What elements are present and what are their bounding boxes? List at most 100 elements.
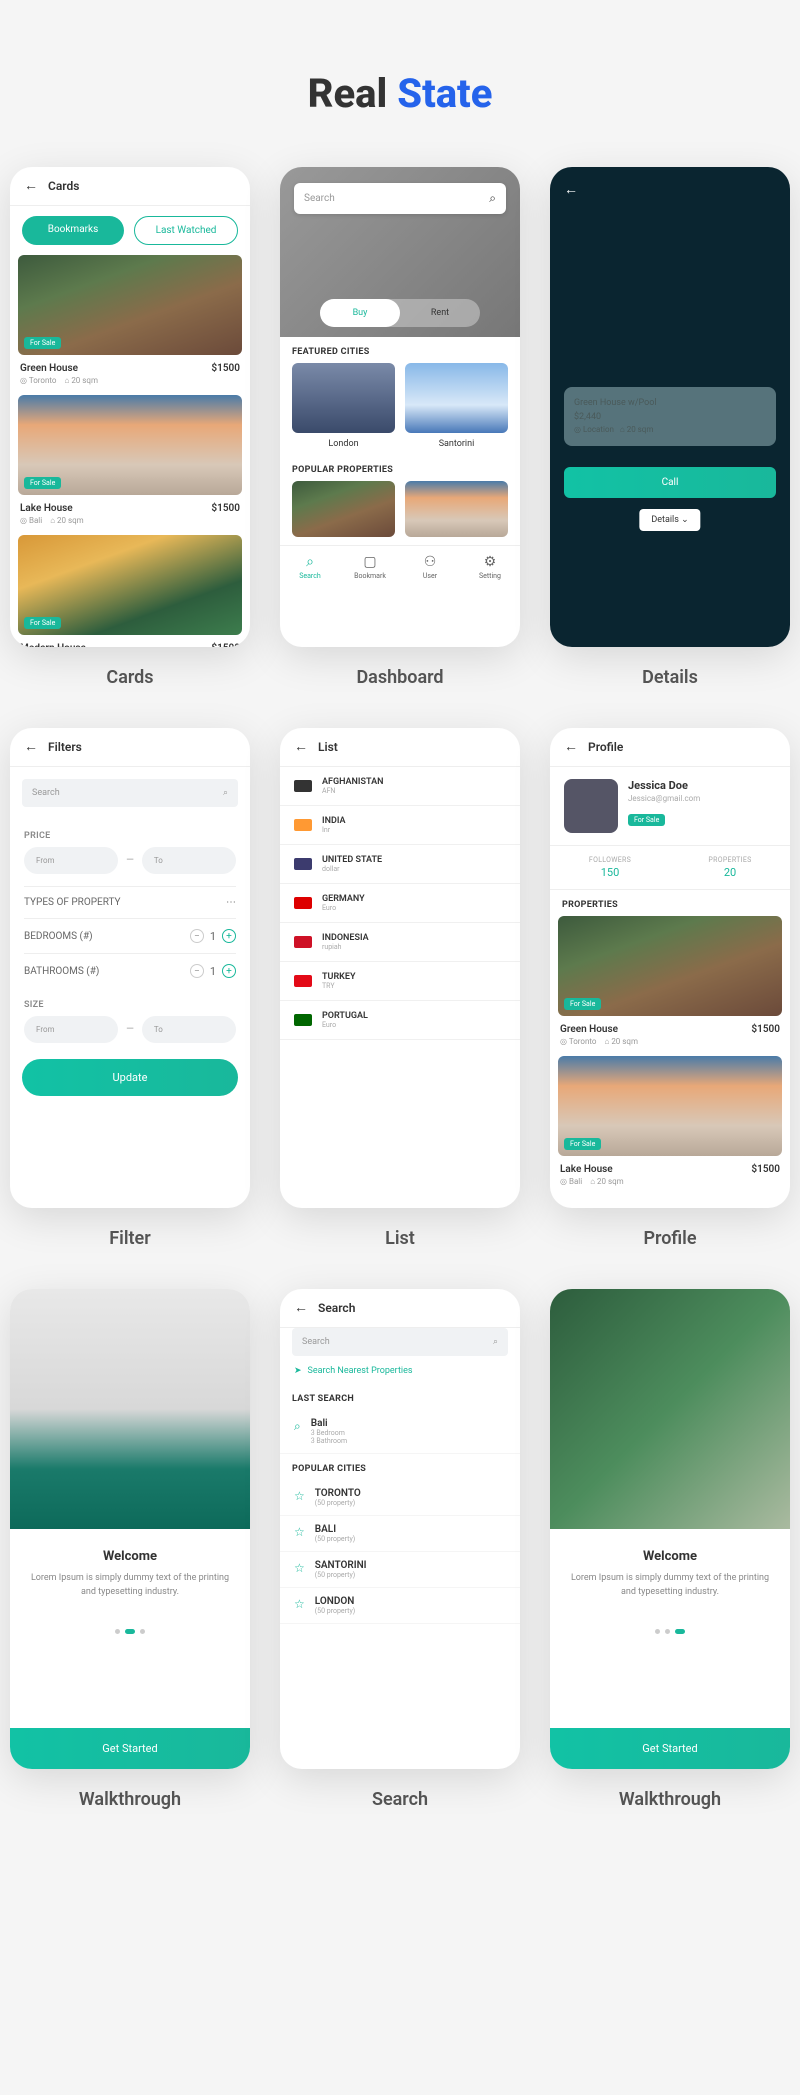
toggle-rent[interactable]: Rent: [400, 299, 480, 327]
country-row[interactable]: TURKEYTRY: [280, 962, 520, 1001]
country-row[interactable]: PORTUGALEuro: [280, 1001, 520, 1040]
country-currency: TRY: [322, 982, 355, 990]
back-icon[interactable]: ←: [24, 179, 38, 193]
get-started-button[interactable]: Get Started: [10, 1728, 250, 1769]
size-icon: ⌂ 20 sqm: [50, 516, 84, 525]
search-input[interactable]: Search⌕: [22, 779, 238, 807]
header-title: Profile: [588, 740, 623, 754]
caption: Filter: [109, 1228, 150, 1249]
country-name: AFGHANISTAN: [322, 777, 383, 787]
back-icon[interactable]: ←: [564, 181, 578, 198]
tab-last-watched[interactable]: Last Watched: [134, 216, 238, 245]
back-icon[interactable]: ←: [564, 740, 578, 754]
header-title: List: [318, 740, 338, 754]
get-started-button[interactable]: Get Started: [550, 1728, 790, 1769]
more-icon[interactable]: ⋯: [226, 897, 236, 908]
property-name: Modern House: [20, 643, 86, 647]
screen-walkthrough: Welcome Lorem Ipsum is simply dummy text…: [10, 1289, 250, 1769]
stat-properties[interactable]: PROPERTIES20: [670, 846, 790, 889]
update-button[interactable]: Update: [22, 1059, 238, 1096]
details-button[interactable]: Details ⌄: [639, 509, 700, 531]
back-icon[interactable]: ←: [24, 740, 38, 754]
bathrooms-label: BATHROOMS (#): [24, 966, 99, 977]
types-label: TYPES OF PROPERTY: [24, 897, 121, 908]
search-icon: ⌕: [223, 788, 228, 798]
city-row[interactable]: ☆TORONTO(50 property): [280, 1480, 520, 1516]
sale-badge: For Sale: [24, 477, 61, 489]
screen-profile: ←Profile Jessica Doe Jessica@gmail.com F…: [550, 728, 790, 1208]
city-row[interactable]: ☆LONDON(50 property): [280, 1588, 520, 1624]
nav-setting[interactable]: ⚙Setting: [460, 554, 520, 580]
country-row[interactable]: INDIAInr: [280, 806, 520, 845]
city-image: [405, 363, 508, 433]
plus-button[interactable]: +: [222, 964, 236, 978]
nearest-link[interactable]: ➤Search Nearest Properties: [294, 1366, 506, 1376]
city-name: LONDON: [315, 1596, 355, 1607]
avatar[interactable]: [564, 779, 618, 833]
plus-button[interactable]: +: [222, 929, 236, 943]
sale-badge: For Sale: [24, 337, 61, 349]
walkthrough-desc: Lorem Ipsum is simply dummy text of the …: [30, 1572, 230, 1599]
property-thumb[interactable]: [292, 481, 395, 537]
call-button[interactable]: Call: [564, 467, 776, 498]
section-featured: FEATURED CITIES: [280, 337, 520, 363]
country-name: INDONESIA: [322, 933, 369, 943]
property-name: Green House: [20, 363, 78, 374]
country-currency: Euro: [322, 1021, 368, 1029]
property-image[interactable]: For Sale: [18, 395, 242, 495]
size-label: SIZE: [24, 1000, 236, 1010]
nav-search[interactable]: ⌕Search: [280, 554, 340, 580]
country-row[interactable]: INDONESIArupiah: [280, 923, 520, 962]
nav-bookmark[interactable]: ▢Bookmark: [340, 554, 400, 580]
property-image[interactable]: For Sale: [18, 535, 242, 635]
last-search-item[interactable]: ⌕Bali3 Bedroom3 Bathroom: [280, 1410, 520, 1454]
tab-bookmarks[interactable]: Bookmarks: [22, 216, 124, 245]
minus-button[interactable]: −: [190, 929, 204, 943]
property-price: $1500: [211, 643, 240, 647]
city-card[interactable]: Santorini: [405, 363, 508, 455]
section-properties: PROPERTIES: [550, 890, 790, 916]
profile-name: Jessica Doe: [628, 779, 700, 792]
flag-icon: [294, 780, 312, 792]
country-currency: rupiah: [322, 943, 369, 951]
city-row[interactable]: ☆SANTORINI(50 property): [280, 1552, 520, 1588]
country-row[interactable]: UNITED STATEdollar: [280, 845, 520, 884]
price-label: PRICE: [24, 831, 236, 841]
property-image[interactable]: For Sale: [18, 255, 242, 355]
country-row[interactable]: GERMANYEuro: [280, 884, 520, 923]
size-to-input[interactable]: To: [142, 1016, 236, 1043]
city-name: SANTORINI: [315, 1560, 367, 1571]
property-thumb[interactable]: [405, 481, 508, 537]
minus-button[interactable]: −: [190, 964, 204, 978]
search-icon[interactable]: ⌕: [489, 191, 496, 206]
bookmark-icon: ▢: [340, 554, 400, 570]
header-title: Search: [318, 1301, 355, 1315]
price-from-input[interactable]: From: [24, 847, 118, 874]
nav-user[interactable]: ⚇User: [400, 554, 460, 580]
star-icon: ☆: [294, 1561, 305, 1575]
country-name: GERMANY: [322, 894, 365, 904]
toggle-buy[interactable]: Buy: [320, 299, 400, 327]
country-currency: Euro: [322, 904, 365, 912]
price-to-input[interactable]: To: [142, 847, 236, 874]
city-row[interactable]: ☆BALI(50 property): [280, 1516, 520, 1552]
bathrooms-value: 1: [210, 965, 216, 978]
search-input[interactable]: Search⌕: [292, 1328, 508, 1356]
stat-followers[interactable]: FOLLOWERS150: [550, 846, 670, 889]
search-input[interactable]: Search⌕: [294, 183, 506, 214]
pagination-dots: [30, 1629, 230, 1634]
location-icon: ➤: [294, 1366, 302, 1376]
size-from-input[interactable]: From: [24, 1016, 118, 1043]
property-image[interactable]: For Sale: [558, 1056, 782, 1156]
screen-cards: ← Cards Bookmarks Last Watched For Sale …: [10, 167, 250, 647]
property-image[interactable]: For Sale: [558, 916, 782, 1016]
flag-icon: [294, 897, 312, 909]
back-icon[interactable]: ←: [294, 1301, 308, 1315]
star-icon: ☆: [294, 1489, 305, 1503]
toggle-buy-rent[interactable]: Buy Rent: [320, 299, 480, 327]
search-icon: ⌕: [294, 1419, 301, 1434]
back-icon[interactable]: ←: [294, 740, 308, 754]
country-row[interactable]: AFGHANISTANAFN: [280, 767, 520, 806]
city-card[interactable]: London: [292, 363, 395, 455]
last-search-label: LAST SEARCH: [280, 1384, 520, 1410]
